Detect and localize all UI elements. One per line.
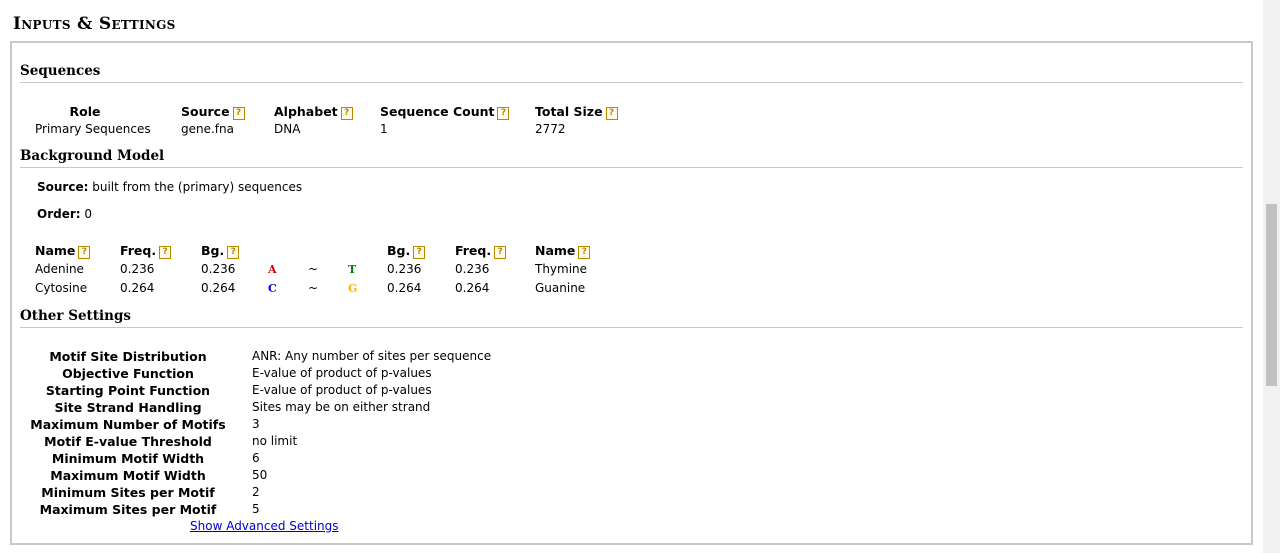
show-advanced-settings-link[interactable]: Show Advanced Settings <box>190 519 339 533</box>
col-bg-right: Bg.? <box>387 243 426 259</box>
help-icon[interactable]: ? <box>232 107 245 120</box>
setting-label: Maximum Motif Width <box>50 468 206 483</box>
setting-value: E-value of product of p-values <box>252 366 432 380</box>
pair-sep: ~ <box>308 281 319 295</box>
scrollbar-thumb[interactable] <box>1266 204 1277 386</box>
bg-left-freq: 0.264 <box>120 281 155 295</box>
bg-left-freq: 0.236 <box>120 262 155 276</box>
bg-right-freq: 0.264 <box>455 281 490 295</box>
col-name-right: Name? <box>535 243 591 259</box>
col-total-size: Total Size? <box>535 104 618 120</box>
help-icon[interactable]: ? <box>227 246 240 259</box>
base-c: C <box>268 282 277 295</box>
role-value: Primary Sequences <box>35 122 151 136</box>
help-icon[interactable]: ? <box>78 246 91 259</box>
col-source: Source? <box>181 104 245 120</box>
setting-value: 3 <box>252 417 260 431</box>
bg-right-bg: 0.236 <box>387 262 422 276</box>
col-freq-right: Freq.? <box>455 243 507 259</box>
help-icon[interactable]: ? <box>494 246 507 259</box>
alphabet-value: DNA <box>274 122 301 136</box>
setting-value: 5 <box>252 502 260 516</box>
setting-label: Starting Point Function <box>45 383 211 398</box>
col-role: Role <box>69 104 101 119</box>
sequences-heading: Sequences <box>20 63 101 79</box>
setting-value: Sites may be on either strand <box>252 400 431 414</box>
help-icon[interactable]: ? <box>578 246 591 259</box>
setting-value: 6 <box>252 451 260 465</box>
background-divider <box>20 167 1243 168</box>
page-title: Inputs & Settings <box>13 14 176 34</box>
help-icon[interactable]: ? <box>497 107 510 120</box>
setting-label: Maximum Number of Motifs <box>30 417 226 432</box>
col-freq-left: Freq.? <box>120 243 172 259</box>
help-icon[interactable]: ? <box>159 246 172 259</box>
bg-source: Source: built from the (primary) sequenc… <box>37 180 303 194</box>
setting-label: Site Strand Handling <box>54 400 202 415</box>
other-settings-divider <box>20 327 1243 328</box>
help-icon[interactable]: ? <box>413 246 426 259</box>
setting-label: Minimum Motif Width <box>51 451 205 466</box>
col-sequence-count: Sequence Count? <box>380 104 510 120</box>
bg-right-freq: 0.236 <box>455 262 490 276</box>
setting-value: 50 <box>252 468 268 482</box>
pair-sep: ~ <box>308 262 319 276</box>
setting-value: 2 <box>252 485 260 499</box>
col-alphabet: Alphabet? <box>274 104 353 120</box>
help-icon[interactable]: ? <box>340 107 353 120</box>
setting-label: Maximum Sites per Motif <box>39 502 217 517</box>
bg-right-name: Thymine <box>535 262 588 276</box>
base-t: T <box>348 263 357 276</box>
sequence-count-value: 1 <box>380 122 388 136</box>
setting-label: Objective Function <box>62 366 194 381</box>
help-icon[interactable]: ? <box>605 107 618 120</box>
background-heading: Background Model <box>20 148 165 164</box>
other-settings-heading: Other Settings <box>20 308 132 324</box>
bg-left-name: Cytosine <box>35 281 88 295</box>
sequences-divider <box>20 82 1243 83</box>
bg-left-bg: 0.236 <box>201 262 236 276</box>
bg-left-name: Adenine <box>35 262 84 276</box>
source-value: gene.fna <box>181 122 234 136</box>
setting-value: no limit <box>252 434 298 448</box>
bg-order: Order: 0 <box>37 207 93 221</box>
col-name-left: Name? <box>35 243 91 259</box>
setting-label: Motif E-value Threshold <box>44 434 212 449</box>
base-g: G <box>348 282 358 295</box>
setting-label: Minimum Sites per Motif <box>41 485 215 500</box>
bg-right-bg: 0.264 <box>387 281 422 295</box>
total-size-value: 2772 <box>535 122 566 136</box>
bg-left-bg: 0.264 <box>201 281 236 295</box>
col-bg-left: Bg.? <box>201 243 240 259</box>
setting-label: Motif Site Distribution <box>49 349 207 364</box>
setting-value: E-value of product of p-values <box>252 383 432 397</box>
base-a: A <box>268 263 277 276</box>
setting-value: ANR: Any number of sites per sequence <box>252 349 492 363</box>
bg-right-name: Guanine <box>535 281 586 295</box>
